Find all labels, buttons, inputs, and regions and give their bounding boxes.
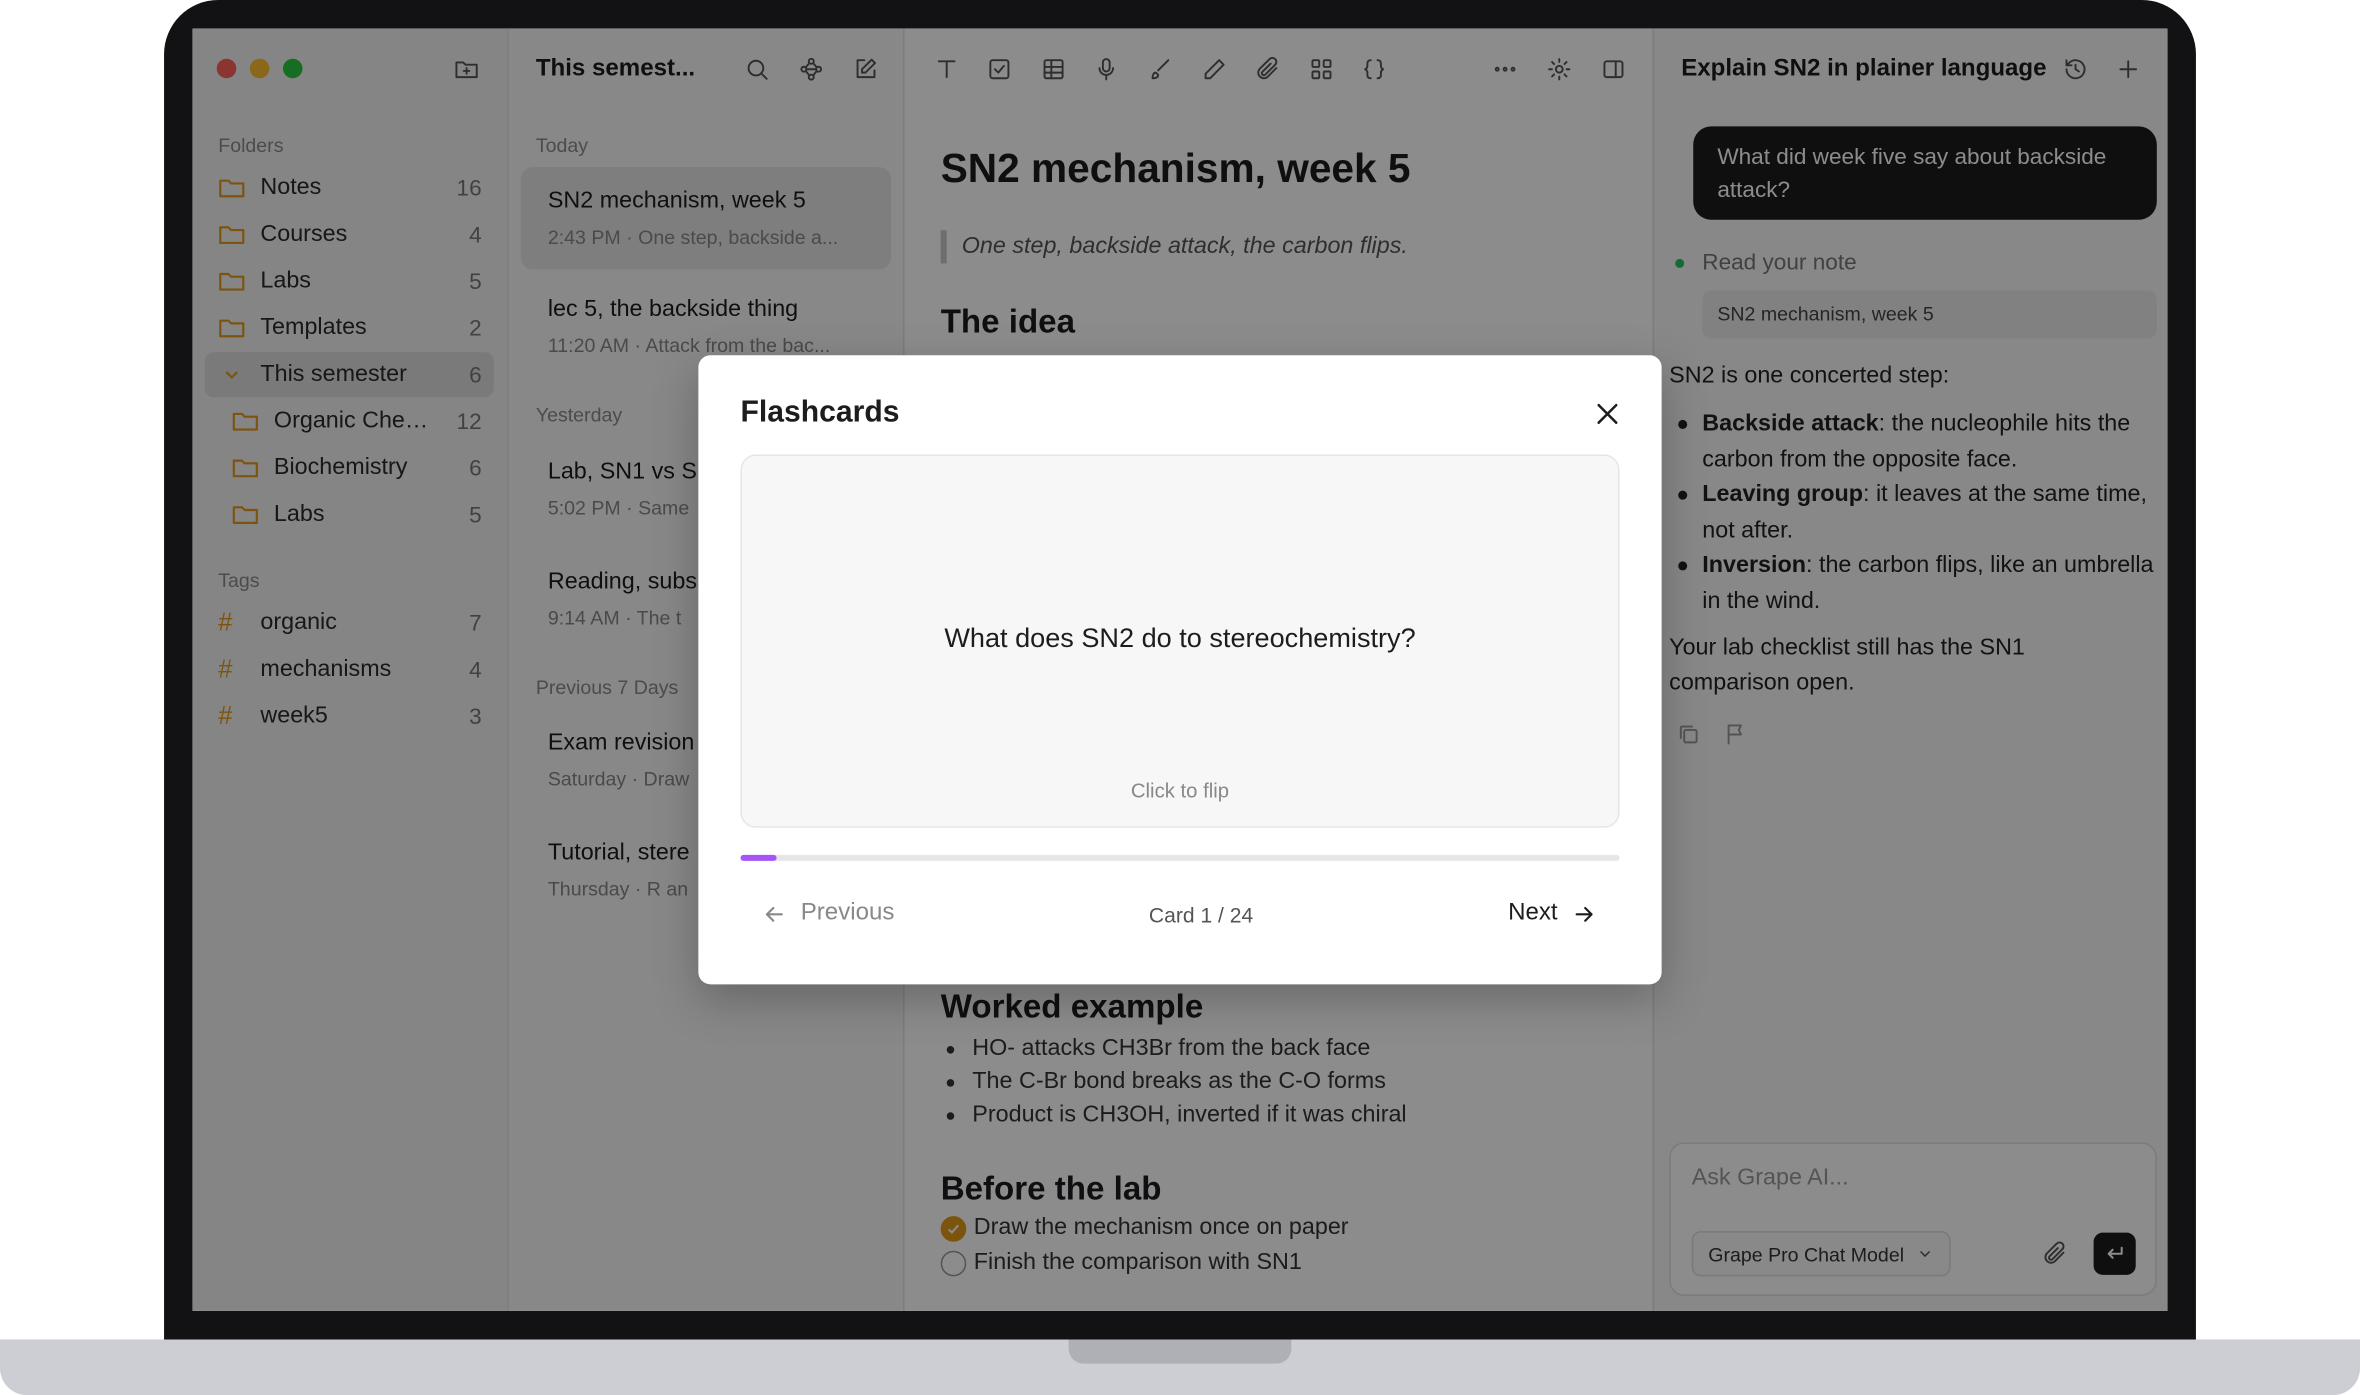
dialog-title: Flashcards xyxy=(740,395,900,429)
card-counter: Card 1 / 24 xyxy=(1148,903,1254,928)
next-button[interactable]: Next xyxy=(1508,900,1597,927)
close-icon xyxy=(1597,403,1618,424)
next-label: Next xyxy=(1508,900,1558,926)
previous-label: Previous xyxy=(800,900,895,926)
laptop-notch xyxy=(1068,1339,1292,1364)
flashcards-dialog: Flashcards What does SN2 do to stereoche… xyxy=(698,355,1662,985)
flashcard-question: What does SN2 do to stereochemistry? xyxy=(944,623,1416,654)
close-button[interactable] xyxy=(1589,396,1625,432)
progress-track xyxy=(740,854,1620,861)
flashcard[interactable]: What does SN2 do to stereochemistry? Cli… xyxy=(740,454,1620,828)
previous-button[interactable]: Previous xyxy=(762,900,895,927)
arrow-left-icon xyxy=(765,906,783,922)
flip-hint: Click to flip xyxy=(1130,779,1230,803)
progress-fill xyxy=(740,854,778,861)
arrow-right-icon xyxy=(1575,906,1593,922)
